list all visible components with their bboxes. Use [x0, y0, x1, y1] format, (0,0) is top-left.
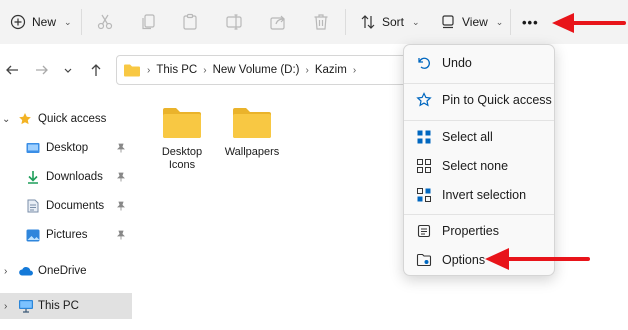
- pictures-icon: [26, 229, 40, 241]
- breadcrumb-new-volume[interactable]: New Volume (D:): [213, 64, 300, 76]
- breadcrumb-kazim[interactable]: Kazim: [315, 64, 347, 76]
- breadcrumb-separator: ›: [203, 64, 207, 76]
- menu-item-properties[interactable]: Properties: [408, 217, 552, 245]
- pin-icon: [416, 92, 432, 107]
- folder-icon: [233, 108, 271, 138]
- sidebar-item-pictures[interactable]: Pictures: [0, 222, 132, 248]
- file-list: Desktop Icons Wallpapers: [140, 100, 400, 220]
- desktop-folder-icon: [26, 143, 40, 153]
- menu-item-label: Undo: [442, 56, 472, 70]
- expand-chevron-icon[interactable]: ›: [4, 301, 16, 312]
- share-icon[interactable]: [268, 12, 288, 32]
- chevron-down-icon: ⌄: [412, 16, 420, 27]
- folder-icon: [124, 64, 140, 77]
- view-button[interactable]: View ⌄: [440, 10, 503, 34]
- computer-icon: [19, 300, 33, 313]
- delete-icon[interactable]: [311, 12, 331, 32]
- new-button[interactable]: New ⌄: [10, 10, 72, 34]
- view-icon: [442, 15, 454, 29]
- more-button-label: •••: [522, 14, 539, 30]
- documents-icon: [27, 199, 39, 213]
- annotation-arrow-icon: [485, 248, 590, 270]
- sort-button[interactable]: Sort ⌄: [360, 10, 420, 34]
- invert-selection-icon: [417, 188, 431, 202]
- annotation-arrow-icon: [552, 13, 626, 33]
- forward-arrow-icon[interactable]: [34, 62, 50, 78]
- sidebar-item-quick-access[interactable]: ⌄ Quick access: [0, 106, 132, 132]
- breadcrumb-this-pc[interactable]: This PC: [156, 64, 197, 76]
- file-explorer-window: New ⌄ Sort ⌄ View ⌄ ••• › This PC › New …: [0, 0, 628, 330]
- breadcrumb-separator: ›: [305, 64, 309, 76]
- select-all-icon: [417, 130, 431, 144]
- folder-item-desktop-icons[interactable]: Desktop Icons: [150, 106, 214, 172]
- folder-icon: [163, 108, 201, 138]
- menu-divider: [404, 83, 554, 84]
- menu-item-label: Pin to Quick access: [442, 93, 552, 107]
- sidebar-item-label: Quick access: [38, 113, 107, 125]
- pin-icon[interactable]: [116, 230, 126, 240]
- folder-name: Desktop Icons: [161, 146, 203, 171]
- cut-icon[interactable]: [95, 12, 115, 32]
- sidebar-item-onedrive[interactable]: › OneDrive: [0, 258, 132, 284]
- new-button-label: New: [32, 15, 57, 29]
- breadcrumb-separator: ›: [147, 64, 151, 76]
- menu-item-select-all[interactable]: Select all: [408, 123, 552, 151]
- chevron-down-icon: ⌄: [495, 16, 504, 27]
- menu-item-invert-selection[interactable]: Invert selection: [408, 181, 552, 209]
- copy-icon[interactable]: [139, 12, 159, 32]
- pin-icon[interactable]: [116, 201, 126, 211]
- properties-icon: [417, 224, 431, 238]
- expand-chevron-icon[interactable]: ⌄: [2, 114, 14, 125]
- toolbar-divider: [345, 9, 346, 35]
- rename-icon[interactable]: [224, 12, 244, 32]
- undo-icon: [418, 57, 430, 69]
- expand-chevron-icon[interactable]: ›: [4, 266, 16, 277]
- folder-item-wallpapers[interactable]: Wallpapers: [220, 106, 284, 159]
- sidebar-item-label: Desktop: [46, 142, 89, 154]
- menu-item-undo[interactable]: Undo: [408, 49, 552, 77]
- more-icon[interactable]: •••: [522, 10, 539, 34]
- up-arrow-icon[interactable]: [88, 62, 104, 78]
- menu-item-pin-to-quick-access[interactable]: Pin to Quick access: [408, 86, 552, 114]
- navigation-pane: ⌄ Quick access Desktop Downloads Documen…: [0, 100, 134, 330]
- sidebar-item-downloads[interactable]: Downloads: [0, 164, 132, 190]
- toolbar-divider: [81, 9, 82, 35]
- download-icon: [28, 171, 38, 184]
- options-icon: [416, 253, 432, 267]
- pin-icon[interactable]: [116, 172, 126, 182]
- breadcrumb-separator: ›: [352, 64, 357, 76]
- sidebar-item-label: OneDrive: [38, 265, 87, 277]
- menu-item-label: Invert selection: [442, 188, 527, 202]
- toolbar-divider: [510, 9, 511, 35]
- sidebar-item-documents[interactable]: Documents: [0, 193, 132, 219]
- menu-item-label: Select none: [442, 159, 509, 173]
- sort-button-label: Sort: [382, 15, 405, 29]
- see-more-menu: Undo Pin to Quick access Select all Sele…: [403, 44, 555, 276]
- onedrive-cloud-icon: [19, 267, 33, 276]
- sidebar-item-label: Downloads: [46, 171, 103, 183]
- back-arrow-icon[interactable]: [4, 62, 20, 78]
- menu-item-label: Properties: [442, 224, 499, 238]
- sidebar-item-label: Documents: [46, 200, 105, 212]
- menu-item-label: Options: [442, 253, 486, 267]
- menu-divider: [404, 214, 554, 215]
- chevron-down-icon: ⌄: [64, 16, 72, 27]
- folder-name: Wallpapers: [224, 146, 280, 158]
- menu-item-label: Select all: [442, 130, 493, 144]
- menu-item-select-none[interactable]: Select none: [408, 152, 552, 180]
- select-none-icon: [417, 159, 431, 173]
- sidebar-item-this-pc[interactable]: › This PC: [0, 293, 132, 319]
- sidebar-item-label: Pictures: [46, 229, 88, 241]
- paste-icon[interactable]: [180, 12, 200, 32]
- menu-divider: [404, 120, 554, 121]
- recent-chevron-icon[interactable]: [62, 62, 74, 78]
- sidebar-item-desktop[interactable]: Desktop: [0, 135, 132, 161]
- sort-icon: [361, 15, 375, 29]
- command-bar: New ⌄ Sort ⌄ View ⌄ •••: [0, 0, 628, 44]
- sidebar-item-label: This PC: [38, 300, 79, 312]
- star-icon: [19, 113, 31, 125]
- pin-icon[interactable]: [116, 143, 126, 153]
- view-button-label: View: [462, 15, 488, 29]
- new-plus-icon: [10, 14, 26, 30]
